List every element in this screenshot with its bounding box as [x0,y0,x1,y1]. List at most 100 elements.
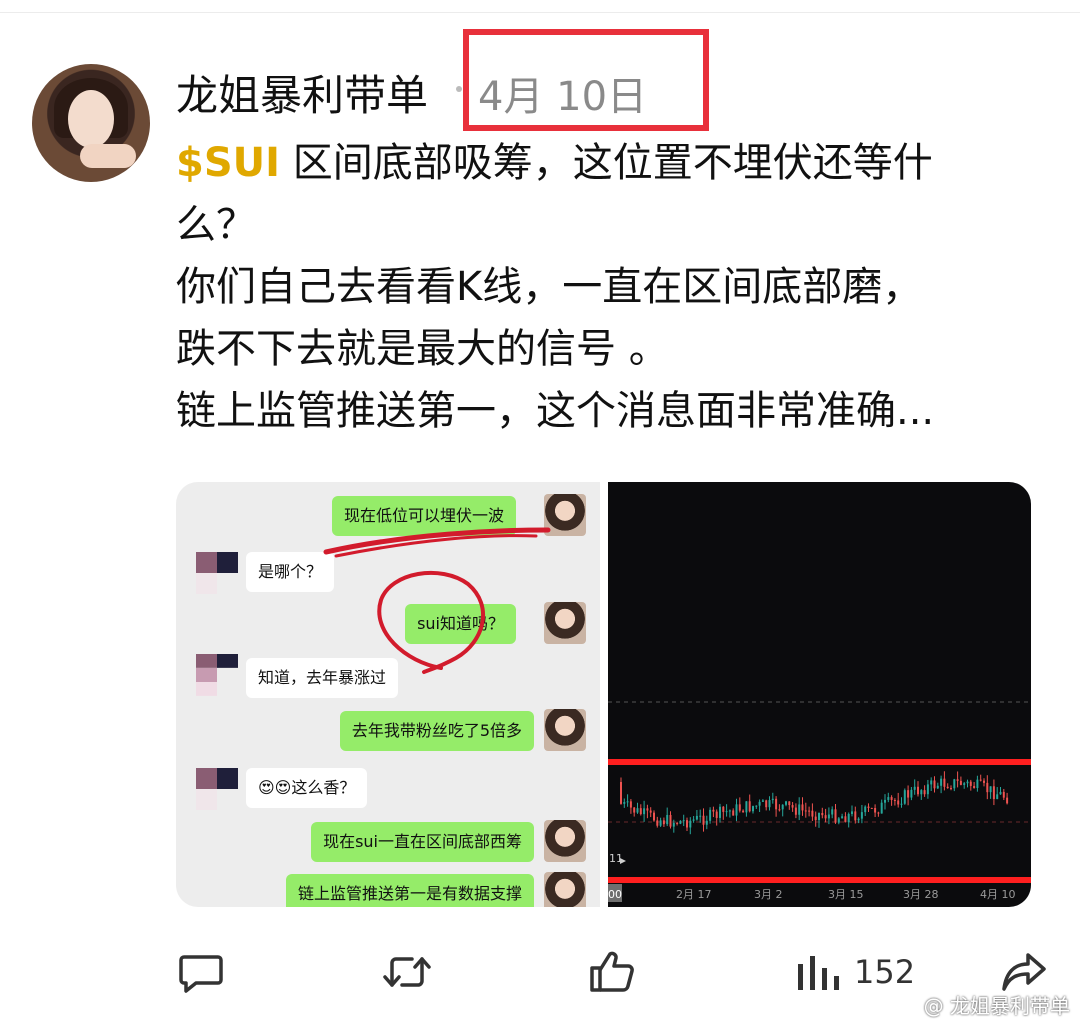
reply-button[interactable] [178,942,224,1002]
candle-body [626,801,629,803]
candles-group [620,771,1009,835]
candle-body [1006,797,1009,804]
candle-body [854,811,857,821]
post-body: $SUI 区间底部吸筹，这位置不埋伏还等什 么？ 你们自己去看看K线，一直在区间… [176,132,1056,442]
candle-body [719,806,721,818]
chat-avatar [544,494,586,536]
candle-body [791,805,794,808]
candle-body [930,780,933,785]
post-line-3: 你们自己去看看K线，一直在区间底部磨， [176,264,923,310]
candle-body [893,799,896,801]
chat-bubble: 现在sui一直在区间底部西筹 [311,822,534,862]
candle-body [778,809,781,811]
candle-body [926,784,929,795]
candle-body [857,818,860,821]
candle-body [722,806,725,812]
like-button[interactable] [588,942,636,1002]
candle-body [758,801,761,806]
author-avatar[interactable] [32,64,150,182]
candle-body [920,790,923,795]
candle-body [824,815,827,819]
views-stat[interactable]: 152 [796,942,915,1002]
candle-body [656,820,659,826]
price-chart-image[interactable]: 11 00 2月 17 3月 2 3月 15 3月 28 4月 10 [608,482,1031,907]
candle-body [847,813,850,823]
candle-body [676,822,679,824]
candle-body [959,780,962,785]
post-line-5: 链上监管推送第一，这个消息面非常准确... [176,388,935,434]
candle-body [745,801,748,813]
candle-body [765,800,768,808]
candle-body [748,801,751,812]
candle-body [953,779,956,789]
candle-body [917,786,919,795]
top-divider [0,12,1080,13]
candle-body [860,812,863,819]
candle-body [646,808,649,811]
candle-body [643,808,646,815]
repost-button[interactable] [382,942,432,1002]
candle-body [689,820,692,828]
chat-bubble: 😍😍这么香？ [246,768,368,808]
candle-body [834,809,837,823]
candle-body [686,820,688,828]
blurred-avatar [196,768,238,810]
candle-body [976,779,979,789]
comment-icon [179,955,223,993]
candle-body [867,806,870,808]
candle-body [735,804,738,816]
post-line-4: 跌不下去就是最大的信号 。 [176,326,669,372]
chat-avatar [544,602,586,644]
x-tick-label: 3月 15 [828,888,864,901]
chat-bubble: 是哪个？ [246,552,335,592]
cashtag-link[interactable]: $SUI [176,140,280,186]
candle-body [979,779,982,781]
blurred-avatar [196,552,238,594]
candle-body [936,785,939,789]
candle-body [682,820,685,822]
candle-body [989,786,992,793]
candle-body [933,780,936,789]
chat-bubble: 现在低位可以埋伏一波 [331,496,516,536]
candle-body [804,810,807,812]
view-count: 152 [854,953,916,991]
candle-body [794,807,797,815]
candle-body [851,811,853,814]
candle-body [923,790,926,795]
candle-body [956,779,959,781]
candle-body [841,816,844,819]
candle-body [992,786,995,800]
x-tick-label: 4月 10 [980,888,1016,901]
candle-body [798,804,801,815]
candle-body [709,809,712,821]
candle-body [996,794,999,800]
blurred-avatar [196,654,238,696]
candle-body [785,801,787,805]
candle-body [636,808,639,813]
candle-body [946,786,949,789]
candle-body [973,785,976,789]
x-tick-label: 00 [608,888,622,901]
candle-body [768,800,771,808]
candle-body [666,814,669,825]
chat-screenshot-image[interactable]: 现在低位可以埋伏一波 是哪个？ sui知道吗？ 知道，去年暴涨过 去年我带粉丝吃… [176,482,600,907]
candle-body [844,816,847,823]
candle-body [629,801,632,808]
candle-body [669,814,672,827]
candle-body [742,810,745,813]
candle-body [890,797,893,800]
candle-body [728,810,731,812]
candle-body [874,807,877,813]
x-tick-label: 3月 28 [903,888,939,901]
marker-arrow [620,858,626,864]
candle-body [950,788,952,790]
candle-body [963,783,966,785]
author-name[interactable]: 龙姐暴利带单 [176,62,428,123]
candle-body [884,799,886,803]
candle-body [781,804,784,810]
candle-body [870,807,873,809]
candle-body [827,814,830,819]
post-line-2: 么？ [176,202,256,248]
candle-body [715,811,718,818]
post-line-1: $SUI 区间底部吸筹，这位置不埋伏还等什 [176,140,933,186]
